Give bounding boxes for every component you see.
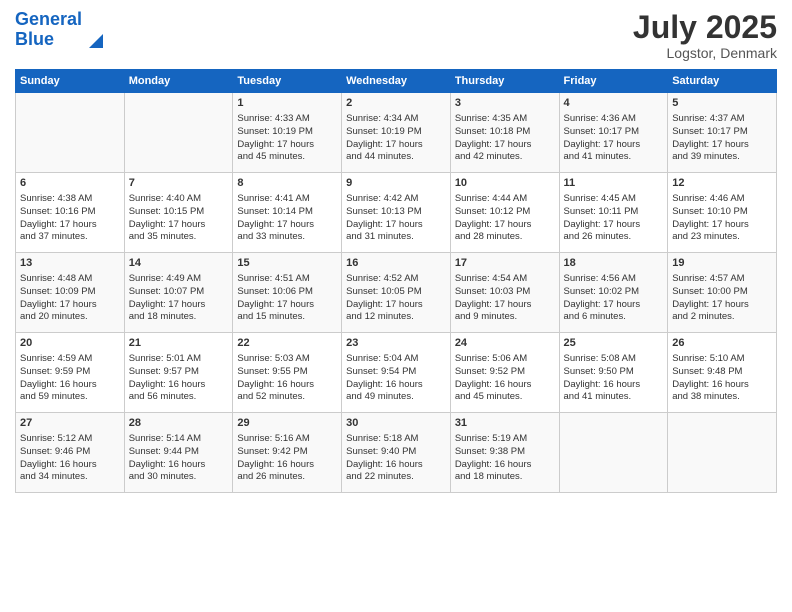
- empty-cell: [124, 93, 233, 173]
- col-header-wednesday: Wednesday: [342, 70, 451, 93]
- day-cell-19: 19Sunrise: 4:57 AMSunset: 10:00 PMDaylig…: [668, 253, 777, 333]
- week-row-5: 27Sunrise: 5:12 AMSunset: 9:46 PMDayligh…: [16, 413, 777, 493]
- day-cell-9: 9Sunrise: 4:42 AMSunset: 10:13 PMDayligh…: [342, 173, 451, 253]
- day-number: 22: [237, 336, 337, 351]
- logo-icon: [85, 28, 107, 50]
- logo-blue: Blue: [15, 29, 54, 49]
- day-number: 11: [564, 176, 664, 191]
- calendar-table: SundayMondayTuesdayWednesdayThursdayFrid…: [15, 69, 777, 493]
- col-header-friday: Friday: [559, 70, 668, 93]
- day-cell-8: 8Sunrise: 4:41 AMSunset: 10:14 PMDayligh…: [233, 173, 342, 253]
- day-number: 12: [672, 176, 772, 191]
- day-number: 15: [237, 256, 337, 271]
- day-cell-27: 27Sunrise: 5:12 AMSunset: 9:46 PMDayligh…: [16, 413, 125, 493]
- day-cell-22: 22Sunrise: 5:03 AMSunset: 9:55 PMDayligh…: [233, 333, 342, 413]
- day-cell-13: 13Sunrise: 4:48 AMSunset: 10:09 PMDaylig…: [16, 253, 125, 333]
- day-number: 16: [346, 256, 446, 271]
- subtitle: Logstor, Denmark: [633, 45, 777, 61]
- empty-cell: [559, 413, 668, 493]
- day-number: 30: [346, 416, 446, 431]
- day-number: 18: [564, 256, 664, 271]
- empty-cell: [668, 413, 777, 493]
- day-number: 20: [20, 336, 120, 351]
- day-number: 13: [20, 256, 120, 271]
- day-cell-30: 30Sunrise: 5:18 AMSunset: 9:40 PMDayligh…: [342, 413, 451, 493]
- day-cell-21: 21Sunrise: 5:01 AMSunset: 9:57 PMDayligh…: [124, 333, 233, 413]
- day-number: 25: [564, 336, 664, 351]
- day-cell-15: 15Sunrise: 4:51 AMSunset: 10:06 PMDaylig…: [233, 253, 342, 333]
- day-number: 19: [672, 256, 772, 271]
- header: General Blue July 2025 Logstor, Denmark: [15, 10, 777, 61]
- day-number: 21: [129, 336, 229, 351]
- week-row-4: 20Sunrise: 4:59 AMSunset: 9:59 PMDayligh…: [16, 333, 777, 413]
- day-cell-18: 18Sunrise: 4:56 AMSunset: 10:02 PMDaylig…: [559, 253, 668, 333]
- page: General Blue July 2025 Logstor, Denmark …: [0, 0, 792, 612]
- col-header-monday: Monday: [124, 70, 233, 93]
- day-cell-31: 31Sunrise: 5:19 AMSunset: 9:38 PMDayligh…: [450, 413, 559, 493]
- month-title: July 2025: [633, 10, 777, 45]
- day-number: 29: [237, 416, 337, 431]
- logo-text: General Blue: [15, 10, 82, 50]
- col-header-tuesday: Tuesday: [233, 70, 342, 93]
- day-number: 23: [346, 336, 446, 351]
- empty-cell: [16, 93, 125, 173]
- day-number: 8: [237, 176, 337, 191]
- col-header-thursday: Thursday: [450, 70, 559, 93]
- day-number: 27: [20, 416, 120, 431]
- col-header-sunday: Sunday: [16, 70, 125, 93]
- day-cell-28: 28Sunrise: 5:14 AMSunset: 9:44 PMDayligh…: [124, 413, 233, 493]
- day-number: 7: [129, 176, 229, 191]
- logo-general: General: [15, 9, 82, 29]
- day-cell-1: 1Sunrise: 4:33 AMSunset: 10:19 PMDayligh…: [233, 93, 342, 173]
- day-cell-29: 29Sunrise: 5:16 AMSunset: 9:42 PMDayligh…: [233, 413, 342, 493]
- week-row-1: 1Sunrise: 4:33 AMSunset: 10:19 PMDayligh…: [16, 93, 777, 173]
- day-cell-23: 23Sunrise: 5:04 AMSunset: 9:54 PMDayligh…: [342, 333, 451, 413]
- day-number: 4: [564, 96, 664, 111]
- day-number: 6: [20, 176, 120, 191]
- day-number: 3: [455, 96, 555, 111]
- logo: General Blue: [15, 10, 107, 50]
- col-header-saturday: Saturday: [668, 70, 777, 93]
- day-cell-20: 20Sunrise: 4:59 AMSunset: 9:59 PMDayligh…: [16, 333, 125, 413]
- header-row: SundayMondayTuesdayWednesdayThursdayFrid…: [16, 70, 777, 93]
- day-number: 24: [455, 336, 555, 351]
- day-cell-16: 16Sunrise: 4:52 AMSunset: 10:05 PMDaylig…: [342, 253, 451, 333]
- title-block: July 2025 Logstor, Denmark: [633, 10, 777, 61]
- day-cell-10: 10Sunrise: 4:44 AMSunset: 10:12 PMDaylig…: [450, 173, 559, 253]
- day-cell-2: 2Sunrise: 4:34 AMSunset: 10:19 PMDayligh…: [342, 93, 451, 173]
- day-cell-7: 7Sunrise: 4:40 AMSunset: 10:15 PMDayligh…: [124, 173, 233, 253]
- day-number: 26: [672, 336, 772, 351]
- day-number: 28: [129, 416, 229, 431]
- day-number: 14: [129, 256, 229, 271]
- day-number: 17: [455, 256, 555, 271]
- day-number: 1: [237, 96, 337, 111]
- day-cell-4: 4Sunrise: 4:36 AMSunset: 10:17 PMDayligh…: [559, 93, 668, 173]
- day-cell-12: 12Sunrise: 4:46 AMSunset: 10:10 PMDaylig…: [668, 173, 777, 253]
- day-cell-17: 17Sunrise: 4:54 AMSunset: 10:03 PMDaylig…: [450, 253, 559, 333]
- day-cell-11: 11Sunrise: 4:45 AMSunset: 10:11 PMDaylig…: [559, 173, 668, 253]
- day-number: 31: [455, 416, 555, 431]
- day-cell-24: 24Sunrise: 5:06 AMSunset: 9:52 PMDayligh…: [450, 333, 559, 413]
- day-number: 2: [346, 96, 446, 111]
- day-cell-3: 3Sunrise: 4:35 AMSunset: 10:18 PMDayligh…: [450, 93, 559, 173]
- day-cell-6: 6Sunrise: 4:38 AMSunset: 10:16 PMDayligh…: [16, 173, 125, 253]
- day-cell-5: 5Sunrise: 4:37 AMSunset: 10:17 PMDayligh…: [668, 93, 777, 173]
- day-cell-25: 25Sunrise: 5:08 AMSunset: 9:50 PMDayligh…: [559, 333, 668, 413]
- day-cell-26: 26Sunrise: 5:10 AMSunset: 9:48 PMDayligh…: [668, 333, 777, 413]
- day-number: 9: [346, 176, 446, 191]
- day-cell-14: 14Sunrise: 4:49 AMSunset: 10:07 PMDaylig…: [124, 253, 233, 333]
- week-row-2: 6Sunrise: 4:38 AMSunset: 10:16 PMDayligh…: [16, 173, 777, 253]
- day-number: 10: [455, 176, 555, 191]
- week-row-3: 13Sunrise: 4:48 AMSunset: 10:09 PMDaylig…: [16, 253, 777, 333]
- day-number: 5: [672, 96, 772, 111]
